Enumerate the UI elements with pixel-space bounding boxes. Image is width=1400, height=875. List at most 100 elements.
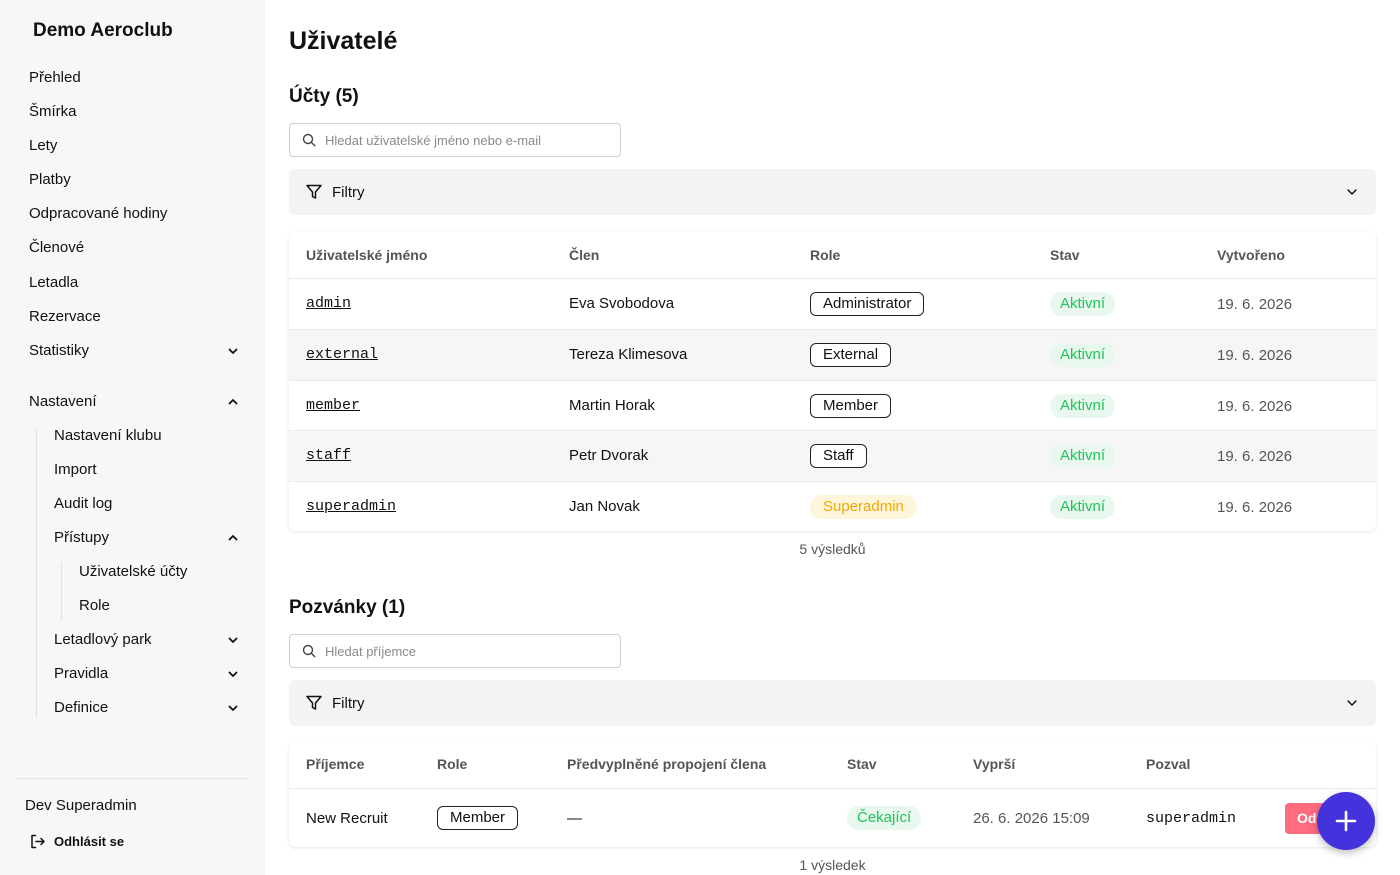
created-date: 19. 6. 2026 xyxy=(1217,448,1293,465)
column-header-member-link[interactable]: Předvyplněné propojení člena xyxy=(567,756,766,772)
sidebar-item-pristupy[interactable]: Přístupy xyxy=(54,527,243,549)
accounts-section-title: Účty (5) xyxy=(289,86,359,107)
status-badge: Čekající xyxy=(847,806,922,830)
column-header-status[interactable]: Stav xyxy=(847,756,877,772)
sidebar-item-nastaveni-klubu[interactable]: Nastavení klubu xyxy=(54,425,243,447)
username-link[interactable]: superadmin xyxy=(306,498,396,515)
settings-tree-line xyxy=(36,428,37,718)
status-badge: Aktivní xyxy=(1050,444,1116,468)
member-link-value: — xyxy=(567,810,582,827)
role-badge: Superadmin xyxy=(810,495,917,519)
column-header-invited-by[interactable]: Pozval xyxy=(1146,756,1190,772)
sidebar-item-clenove[interactable]: Členové xyxy=(29,237,243,259)
sidebar-item-label: Lety xyxy=(29,137,58,154)
sidebar-item-label: Nastavení klubu xyxy=(54,427,162,444)
accounts-search-input[interactable] xyxy=(325,132,605,148)
username-link[interactable]: admin xyxy=(306,295,351,312)
chevron-down-icon xyxy=(228,671,238,677)
column-header-created[interactable]: Vytvořeno xyxy=(1217,247,1285,263)
filter-icon xyxy=(306,184,322,199)
sidebar-item-lety[interactable]: Lety xyxy=(29,135,243,157)
table-row: staff Petr Dvorak Staff Aktivní 19. 6. 2… xyxy=(289,430,1376,481)
sidebar-item-statistiky[interactable]: Statistiky xyxy=(29,340,243,362)
sidebar-item-uzivatelske-ucty[interactable]: Uživatelské účty xyxy=(79,561,243,583)
recipient-name: New Recruit xyxy=(306,810,388,827)
sidebar-item-label: Přístupy xyxy=(54,529,110,546)
created-date: 19. 6. 2026 xyxy=(1217,296,1293,313)
sidebar-item-rezervace[interactable]: Rezervace xyxy=(29,306,243,328)
table-row: external Tereza Klimesova External Aktiv… xyxy=(289,329,1376,380)
sidebar-item-odpracovane-hodiny[interactable]: Odpracované hodiny xyxy=(29,203,243,225)
column-header-expires[interactable]: Vyprší xyxy=(973,756,1015,772)
column-header-username[interactable]: Uživatelské jméno xyxy=(306,247,427,263)
add-button[interactable] xyxy=(1317,792,1375,850)
column-header-status[interactable]: Stav xyxy=(1050,247,1080,263)
sidebar-item-label: Definice xyxy=(54,699,109,716)
expires-date: 26. 6. 2026 15:09 xyxy=(973,810,1090,827)
accounts-filters-toggle[interactable]: Filtry xyxy=(289,169,1376,215)
chevron-down-icon xyxy=(228,705,238,711)
sidebar-item-role[interactable]: Role xyxy=(79,595,243,617)
sidebar-item-label: Letadla xyxy=(29,274,79,291)
table-row: member Martin Horak Member Aktivní 19. 6… xyxy=(289,380,1376,430)
sidebar-item-label: Statistiky xyxy=(29,342,90,359)
column-header-member[interactable]: Člen xyxy=(569,247,599,263)
sidebar-item-letadla[interactable]: Letadla xyxy=(29,272,243,294)
role-badge: Member xyxy=(810,394,892,418)
role-badge: Member xyxy=(437,806,519,830)
sidebar-item-import[interactable]: Import xyxy=(54,459,243,481)
logout-label: Odhlásit se xyxy=(54,833,125,849)
sidebar-item-nastaveni[interactable]: Nastavení xyxy=(29,391,243,413)
chevron-up-icon xyxy=(228,399,238,405)
filters-label: Filtry xyxy=(332,694,365,712)
role-badge: Staff xyxy=(810,444,867,468)
sidebar-item-label: Přehled xyxy=(29,69,81,86)
sidebar-item-pravidla[interactable]: Pravidla xyxy=(54,663,243,685)
filters-label: Filtry xyxy=(332,183,365,201)
sidebar-item-label: Členové xyxy=(29,239,85,256)
username-link[interactable]: member xyxy=(306,397,360,414)
sidebar-item-label: Pravidla xyxy=(54,665,109,682)
role-badge: Administrator xyxy=(810,292,925,316)
logout-icon xyxy=(31,834,45,848)
sidebar-divider xyxy=(16,778,249,779)
sidebar-item-audit-log[interactable]: Audit log xyxy=(54,493,243,515)
sidebar-item-smirka[interactable]: Šmírka xyxy=(29,101,243,123)
invitations-search-input[interactable] xyxy=(325,643,605,659)
table-row: admin Eva Svobodova Administrator Aktivn… xyxy=(289,278,1376,329)
current-user-name: Dev Superadmin xyxy=(25,797,137,814)
sidebar-item-label: Uživatelské účty xyxy=(79,563,188,580)
status-badge: Aktivní xyxy=(1050,343,1116,367)
sidebar-item-label: Role xyxy=(79,597,110,614)
sidebar-item-label: Nastavení xyxy=(29,393,97,410)
table-row: superadmin Jan Novak Superadmin Aktivní … xyxy=(289,481,1376,531)
invitations-table: Příjemce Role Předvyplněné propojení čle… xyxy=(289,742,1376,847)
invitations-filters-toggle[interactable]: Filtry xyxy=(289,680,1376,726)
invitations-result-count: 1 výsledek xyxy=(799,857,866,873)
status-badge: Aktivní xyxy=(1050,292,1116,316)
filter-icon xyxy=(306,695,322,710)
username-link[interactable]: external xyxy=(306,346,378,363)
member-name: Martin Horak xyxy=(569,397,655,414)
username-link[interactable]: staff xyxy=(306,447,351,464)
member-name: Jan Novak xyxy=(569,498,640,515)
sidebar-item-label: Letadlový park xyxy=(54,631,152,648)
invitations-search-field[interactable] xyxy=(289,634,621,668)
sidebar-item-prehled[interactable]: Přehled xyxy=(29,67,243,89)
created-date: 19. 6. 2026 xyxy=(1217,398,1293,415)
column-header-role[interactable]: Role xyxy=(437,756,467,772)
column-header-recipient[interactable]: Příjemce xyxy=(306,756,364,772)
sidebar-item-label: Šmírka xyxy=(29,103,77,120)
sidebar-item-label: Rezervace xyxy=(29,308,101,325)
page-title: Uživatelé xyxy=(289,27,398,55)
sidebar-item-definice[interactable]: Definice xyxy=(54,697,243,719)
plus-icon xyxy=(1335,810,1357,832)
logout-button[interactable]: Odhlásit se xyxy=(29,831,124,851)
sidebar-item-platby[interactable]: Platby xyxy=(29,169,243,191)
invited-by: superadmin xyxy=(1146,810,1237,827)
accounts-search-field[interactable] xyxy=(289,123,621,157)
sidebar-item-letadlovy-park[interactable]: Letadlový park xyxy=(54,629,243,651)
column-header-role[interactable]: Role xyxy=(810,247,840,263)
created-date: 19. 6. 2026 xyxy=(1217,499,1293,516)
status-badge: Aktivní xyxy=(1050,495,1116,519)
